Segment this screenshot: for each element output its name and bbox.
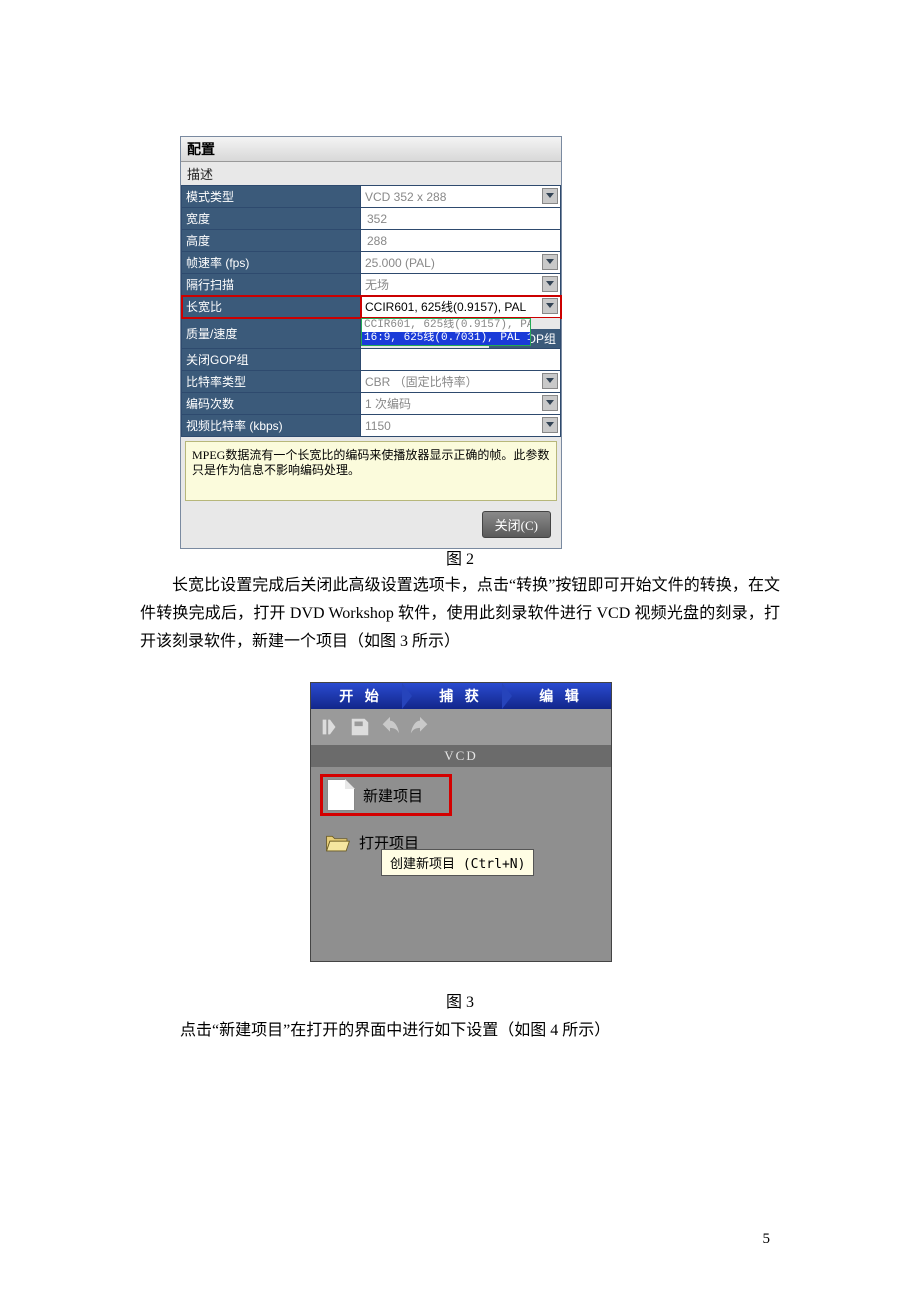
- aspect-option-1[interactable]: CCIR601, 625线(0.9157), PAL: [362, 319, 530, 332]
- close-button[interactable]: 关闭(C): [482, 511, 551, 538]
- row-gop-label: 关闭GOP组: [182, 349, 361, 371]
- save-icon[interactable]: [349, 716, 371, 738]
- row-gop-value[interactable]: [361, 349, 561, 371]
- file-icon: [327, 779, 355, 811]
- row-vbitrate-label: 视频比特率 (kbps): [182, 415, 361, 437]
- caption-fig3: 图 3: [0, 988, 920, 1012]
- row-interlace-value[interactable]: 无场: [361, 274, 561, 296]
- toolbar: [311, 709, 611, 745]
- settings-grid: 模式类型 VCD 352 x 288 宽度 高度 帧速率 (fps) 25.00…: [181, 185, 561, 437]
- row-encpass-value[interactable]: 1 次编码: [361, 393, 561, 415]
- folder-open-icon: [325, 831, 351, 853]
- row-mode-label: 模式类型: [182, 186, 361, 208]
- dialog-title: 配置: [181, 137, 561, 162]
- new-project-label: 新建项目: [363, 785, 423, 806]
- row-fps-label: 帧速率 (fps): [182, 252, 361, 274]
- row-interlace-label: 隔行扫描: [182, 274, 361, 296]
- row-height-label: 高度: [182, 230, 361, 252]
- tooltip-new-project: 创建新项目 (Ctrl+N): [381, 849, 534, 876]
- dvd-workshop-window: 开 始 捕 获 编 辑 VCD 新建项目 打开项目 创建新项目 (Ctrl+N): [310, 682, 612, 962]
- width-input[interactable]: [365, 211, 560, 227]
- row-vbitrate-value[interactable]: 1150: [361, 415, 561, 437]
- redo-icon[interactable]: [409, 716, 431, 738]
- row-brtype-value[interactable]: CBR （固定比特率）: [361, 371, 561, 393]
- tab-bar: 开 始 捕 获 编 辑: [311, 683, 611, 709]
- height-input[interactable]: [365, 233, 560, 249]
- row-brtype-label: 比特率类型: [182, 371, 361, 393]
- page-number: 5: [763, 1231, 771, 1248]
- aspect-options[interactable]: CCIR601, 625线(0.9157), PAL 16:9, 625线(0.…: [361, 318, 531, 346]
- undo-icon[interactable]: [379, 716, 401, 738]
- paragraph-2: 点击“新建项目”在打开的界面中进行如下设置（如图 4 所示）: [180, 1016, 740, 1040]
- vcd-bar: VCD: [311, 745, 611, 767]
- row-quality-label: 质量/速度: [182, 318, 361, 349]
- tab-edit[interactable]: 编 辑: [511, 683, 611, 709]
- caption-fig2: 图 2: [0, 545, 920, 569]
- row-aspect-value[interactable]: CCIR601, 625线(0.9157), PAL: [361, 296, 561, 318]
- aspect-option-2[interactable]: 16:9, 625线(0.7031), PAL 16:9: [362, 332, 530, 345]
- tab-capture[interactable]: 捕 获: [411, 683, 511, 709]
- row-mode-value[interactable]: VCD 352 x 288: [361, 186, 561, 208]
- settings-dialog: 配置 描述 模式类型 VCD 352 x 288 宽度 高度 帧速率 (fps)…: [180, 136, 562, 549]
- new-project-button[interactable]: 新建项目: [323, 777, 449, 813]
- paragraph-1: 长宽比设置完成后关闭此高级设置选项卡，点击“转换”按钮即可开始文件的转换，在文件…: [140, 572, 780, 656]
- row-encpass-label: 编码次数: [182, 393, 361, 415]
- info-text: MPEG数据流有一个长宽比的编码来使播放器显示正确的帧。此参数只是作为信息不影响…: [185, 441, 557, 501]
- aspect-dropdown-cell: CCIR601, 625线(0.9157), PAL 16:9, 625线(0.…: [361, 318, 561, 349]
- row-fps-value[interactable]: 25.000 (PAL): [361, 252, 561, 274]
- row-aspect-label: 长宽比: [182, 296, 361, 318]
- tool-icon-1[interactable]: [319, 716, 341, 738]
- row-width-value[interactable]: [361, 208, 561, 230]
- dialog-subtitle: 描述: [181, 162, 561, 185]
- row-width-label: 宽度: [182, 208, 361, 230]
- tab-start[interactable]: 开 始: [311, 683, 411, 709]
- row-height-value[interactable]: [361, 230, 561, 252]
